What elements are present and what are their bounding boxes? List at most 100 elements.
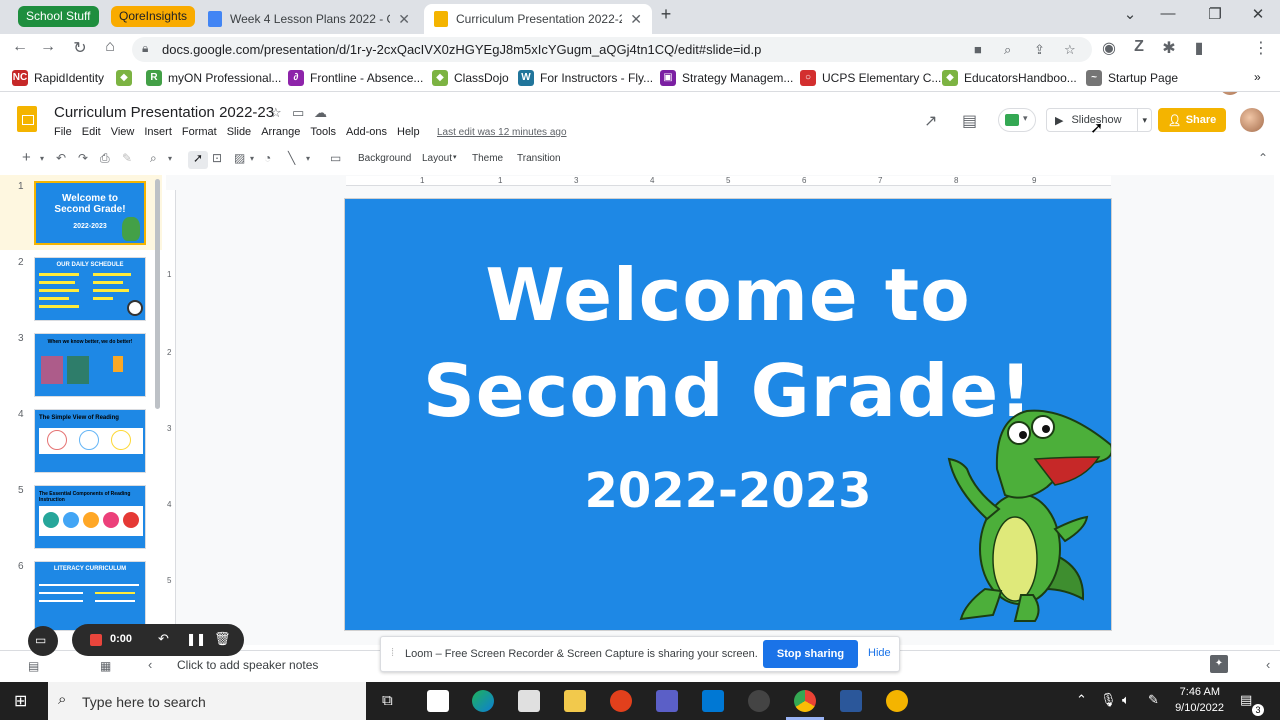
bookmark-instructors[interactable]: W For Instructors - Fly... xyxy=(518,70,653,86)
volume-icon[interactable]: 🔈︎ xyxy=(1122,692,1130,708)
image-dropdown-icon[interactable]: ▾ xyxy=(250,154,254,163)
alligator-mascot-image[interactable] xyxy=(915,399,1111,625)
pen-icon[interactable]: ✎ xyxy=(1148,692,1159,708)
clock-date[interactable]: 9/10/2022 xyxy=(1168,702,1224,714)
side-panel-toggle-icon[interactable]: ‹ xyxy=(1266,657,1270,672)
bookmark-educators[interactable]: ◆ EducatorsHandboo... xyxy=(942,70,1077,86)
new-tab-button[interactable]: + xyxy=(656,4,676,25)
menu-kebab-icon[interactable]: ⋮ xyxy=(1250,38,1272,58)
comment-add-icon[interactable]: ▭ xyxy=(330,151,341,165)
windows-start-icon[interactable]: ⊞ xyxy=(14,691,27,711)
menu-format[interactable]: Format xyxy=(182,126,217,138)
slide-thumbnail-2[interactable]: OUR DAILY SCHEDULE xyxy=(34,257,146,321)
bookmark-ucps[interactable]: ○ UCPS Elementary C... xyxy=(800,70,941,86)
theme-button[interactable]: Theme xyxy=(472,153,503,164)
star-icon[interactable]: ☆ xyxy=(270,105,282,121)
text-box-icon[interactable]: ⊡ xyxy=(212,151,222,165)
grid-view-icon[interactable]: ▦ xyxy=(100,659,111,673)
print-icon[interactable]: ⎙ xyxy=(100,151,110,166)
bookmark-myon[interactable]: RmyON Professional... xyxy=(146,70,281,86)
account-avatar[interactable] xyxy=(1240,108,1264,132)
filmstrip-view-icon[interactable]: ▤ xyxy=(28,659,39,673)
filmstrip-scrollbar[interactable] xyxy=(155,179,160,409)
stop-record-icon[interactable] xyxy=(90,634,102,646)
stop-sharing-button[interactable]: Stop sharing xyxy=(763,640,858,668)
mail-icon[interactable] xyxy=(518,690,540,712)
close-window-icon[interactable]: ✕ xyxy=(1248,5,1268,23)
zotero-extension-icon[interactable]: Z xyxy=(1128,38,1150,56)
tab-group-qoreinsights[interactable]: QoreInsights xyxy=(111,6,196,27)
app-icon[interactable] xyxy=(886,690,908,712)
slide-thumbnail-3[interactable]: When we know better, we do better! xyxy=(34,333,146,397)
file-explorer-icon[interactable] xyxy=(564,690,586,712)
activity-trend-icon[interactable]: ↗ xyxy=(924,111,937,131)
minimize-icon[interactable]: — xyxy=(1158,5,1178,22)
bookmark-frontline[interactable]: ∂ Frontline - Absence... xyxy=(288,70,423,86)
show-hidden-icons[interactable]: ⌃ xyxy=(1076,692,1087,708)
tab-curriculum-presentation[interactable]: Curriculum Presentation 2022-23 ✕ xyxy=(424,4,652,34)
redo-icon[interactable]: ↷ xyxy=(78,151,88,165)
taskbar-search-box[interactable]: ⌕ Type here to search xyxy=(48,682,366,720)
shape-icon[interactable]: ◔ xyxy=(264,151,271,165)
close-tab-icon[interactable]: ✕ xyxy=(398,11,410,28)
slide-thumbnail-1[interactable]: Welcome to Second Grade! 2022-2023 xyxy=(34,181,146,245)
forward-icon[interactable]: → xyxy=(37,38,59,56)
reload-icon[interactable]: ↻ xyxy=(69,38,91,58)
word-icon[interactable] xyxy=(840,690,862,712)
new-slide-icon[interactable]: + xyxy=(22,149,31,166)
clock-time[interactable]: 7:46 AM xyxy=(1176,686,1220,698)
lock-icon[interactable]: 🔒︎ xyxy=(142,41,148,56)
last-edit-link[interactable]: Last edit was 12 minutes ago xyxy=(437,127,567,138)
pause-icon[interactable]: ❚❚ xyxy=(186,632,206,646)
menu-edit[interactable]: Edit xyxy=(82,126,101,138)
bookmark-startup[interactable]: ~ Startup Page xyxy=(1086,70,1178,86)
background-button[interactable]: Background xyxy=(358,153,411,164)
camera-blocked-icon[interactable]: ■ xyxy=(974,42,982,57)
url-text[interactable]: docs.google.com/presentation/d/1r-y-2cxQ… xyxy=(162,42,761,57)
share-button[interactable]: 👤︎ Share xyxy=(1158,108,1226,132)
menu-insert[interactable]: Insert xyxy=(144,126,172,138)
layout-dropdown-icon[interactable]: ▾ xyxy=(453,153,457,161)
slide-thumbnail-4[interactable]: The Simple View of Reading xyxy=(34,409,146,473)
tab-week4-lesson-plans[interactable]: Week 4 Lesson Plans 2022 - Goo ✕ xyxy=(198,4,420,34)
menu-view[interactable]: View xyxy=(111,126,135,138)
zoom-icon[interactable]: ⌕ xyxy=(1004,42,1011,58)
more-bookmarks-icon[interactable]: » xyxy=(1254,70,1261,84)
extension-icon[interactable]: ◉ xyxy=(1098,38,1120,58)
slide-thumbnail-6[interactable]: LITERACY CURRICULUM xyxy=(34,561,146,631)
menu-help[interactable]: Help xyxy=(397,126,420,138)
menu-file[interactable]: File xyxy=(54,126,72,138)
line-icon[interactable]: ╲ xyxy=(288,151,295,165)
menu-tools[interactable]: Tools xyxy=(310,126,336,138)
hide-button[interactable]: Hide xyxy=(868,647,891,659)
zoom-icon[interactable]: ⌕ xyxy=(150,151,157,166)
explore-icon[interactable]: ✦ xyxy=(1210,655,1228,673)
drag-handle-icon[interactable]: ⁞ xyxy=(391,647,394,659)
close-tab-icon[interactable]: ✕ xyxy=(630,11,642,28)
home-icon[interactable]: ⌂ xyxy=(99,38,121,56)
undo-icon[interactable]: ↶ xyxy=(56,151,66,165)
slide-title-line-1[interactable]: Welcome to xyxy=(345,253,1111,337)
image-icon[interactable]: ▨ xyxy=(234,151,245,165)
zoom-dropdown-icon[interactable]: ▾ xyxy=(168,154,172,163)
delete-icon[interactable]: 🗑︎ xyxy=(214,631,231,647)
tab-search-icon[interactable]: ⌄ xyxy=(1120,5,1140,23)
app-icon[interactable] xyxy=(748,690,770,712)
restore-icon[interactable]: ❐ xyxy=(1205,5,1225,23)
menu-addons[interactable]: Add-ons xyxy=(346,126,387,138)
teams-icon[interactable] xyxy=(656,690,678,712)
bookmark-star-icon[interactable]: ☆ xyxy=(1064,42,1076,58)
bookmark-classdojo-short[interactable]: ◆ xyxy=(116,70,138,86)
document-title[interactable]: Curriculum Presentation 2022-23 xyxy=(54,104,274,121)
layout-button[interactable]: Layout xyxy=(422,153,452,164)
comments-icon[interactable]: ▤ xyxy=(962,111,977,131)
menu-arrange[interactable]: Arrange xyxy=(261,126,300,138)
slide-thumbnail-5[interactable]: The Essential Components of Reading Inst… xyxy=(34,485,146,549)
menu-slide[interactable]: Slide xyxy=(227,126,251,138)
meet-button[interactable]: ▾ xyxy=(998,108,1036,132)
microphone-icon[interactable]: 🎙︎ xyxy=(1100,692,1117,708)
tab-group-school-stuff[interactable]: School Stuff xyxy=(18,6,99,27)
move-folder-icon[interactable]: ▭ xyxy=(292,105,304,121)
speaker-notes-placeholder[interactable]: Click to add speaker notes xyxy=(177,658,318,672)
line-dropdown-icon[interactable]: ▾ xyxy=(306,154,310,163)
